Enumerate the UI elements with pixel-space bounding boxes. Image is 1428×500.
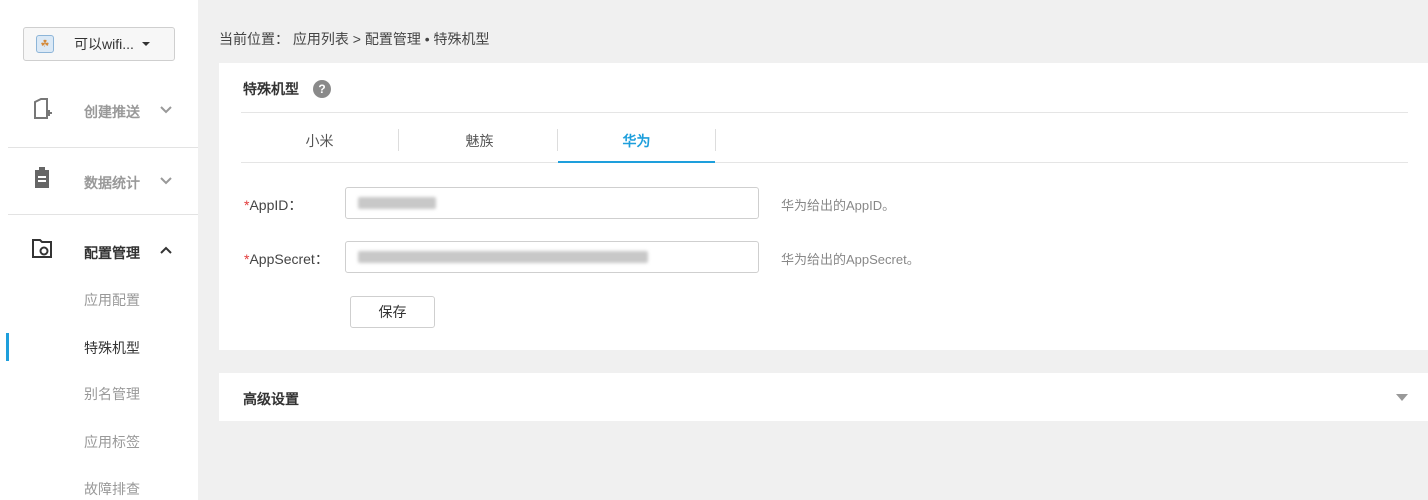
chevron-down-icon bbox=[160, 106, 172, 114]
panel-title: 特殊机型 ? bbox=[243, 79, 331, 99]
nav-label: 配置管理 bbox=[84, 245, 140, 261]
app-selector-dropdown[interactable]: ☘ 可以wifi... bbox=[23, 27, 175, 61]
advanced-settings-title: 高级设置 bbox=[243, 391, 299, 407]
sidebar-item-special-models[interactable]: 特殊机型 bbox=[0, 327, 198, 367]
help-icon[interactable]: ? bbox=[313, 80, 331, 98]
appsecret-input[interactable] bbox=[345, 241, 759, 273]
app-name: 可以wifi... bbox=[74, 36, 134, 52]
divider bbox=[241, 112, 1408, 113]
divider bbox=[8, 214, 198, 215]
nav-create-push[interactable]: 创建推送 bbox=[0, 98, 198, 122]
nav-data-stats[interactable]: 数据统计 bbox=[0, 167, 198, 191]
appid-hint: 华为给出的AppID。 bbox=[781, 198, 896, 213]
sidebar-item-label: 别名管理 bbox=[84, 386, 140, 402]
tab-separator bbox=[715, 129, 716, 151]
tab-huawei[interactable]: 华为 bbox=[558, 123, 715, 163]
sidebar-item-label: 特殊机型 bbox=[84, 340, 140, 356]
form-row-appsecret: *AppSecret： 华为给出的AppSecret。 bbox=[219, 241, 1428, 273]
panel-title-text: 特殊机型 bbox=[243, 81, 299, 97]
sidebar-item-alias-manage[interactable]: 别名管理 bbox=[0, 373, 198, 413]
appsecret-label: *AppSecret： bbox=[244, 249, 329, 269]
config-folder-icon bbox=[32, 239, 52, 258]
appid-input[interactable] bbox=[345, 187, 759, 219]
divider bbox=[8, 147, 198, 148]
tab-separator bbox=[398, 129, 399, 151]
breadcrumb: 当前位置： 应用列表 > 配置管理 • 特殊机型 bbox=[219, 31, 490, 47]
vendor-tabs: 小米 魅族 华为 bbox=[241, 123, 1408, 163]
blurred-value bbox=[358, 197, 436, 209]
app-avatar-icon: ☘ bbox=[36, 35, 54, 53]
sidebar-item-troubleshoot[interactable]: 故障排查 bbox=[0, 468, 198, 500]
active-indicator bbox=[6, 333, 9, 361]
field-label: AppSecret： bbox=[249, 251, 329, 267]
caret-down-icon bbox=[141, 42, 150, 46]
field-label: AppID： bbox=[249, 197, 303, 213]
create-push-icon bbox=[34, 98, 52, 119]
sidebar-item-label: 应用标签 bbox=[84, 434, 140, 450]
clipboard-icon bbox=[35, 167, 49, 188]
sidebar-item-app-tags[interactable]: 应用标签 bbox=[0, 421, 198, 461]
sidebar-item-app-config[interactable]: 应用配置 bbox=[0, 279, 198, 319]
sidebar-item-label: 应用配置 bbox=[84, 292, 140, 308]
nav-label: 数据统计 bbox=[84, 175, 140, 191]
special-models-panel: 特殊机型 ? 小米 魅族 华为 *AppID： 华为给出的AppID。 *App… bbox=[219, 63, 1428, 350]
caret-down-icon bbox=[1396, 394, 1408, 401]
appid-label: *AppID： bbox=[244, 195, 302, 215]
form-row-appid: *AppID： 华为给出的AppID。 bbox=[219, 187, 1428, 219]
nav-config-manage[interactable]: 配置管理 bbox=[0, 237, 198, 261]
sidebar-item-label: 故障排查 bbox=[84, 481, 140, 497]
chevron-down-icon bbox=[160, 177, 172, 185]
tab-xiaomi[interactable]: 小米 bbox=[241, 123, 398, 163]
appsecret-hint: 华为给出的AppSecret。 bbox=[781, 252, 920, 267]
advanced-settings-panel[interactable]: 高级设置 bbox=[219, 373, 1428, 421]
nav-label: 创建推送 bbox=[84, 104, 140, 120]
sidebar: ☘ 可以wifi... 创建推送 数据统计 配置管理 应用配置 特殊机型 别名管… bbox=[0, 0, 198, 500]
chevron-up-icon bbox=[160, 246, 172, 254]
save-button[interactable]: 保存 bbox=[350, 296, 435, 328]
tab-meizu[interactable]: 魅族 bbox=[401, 123, 558, 163]
blurred-value bbox=[358, 251, 648, 263]
